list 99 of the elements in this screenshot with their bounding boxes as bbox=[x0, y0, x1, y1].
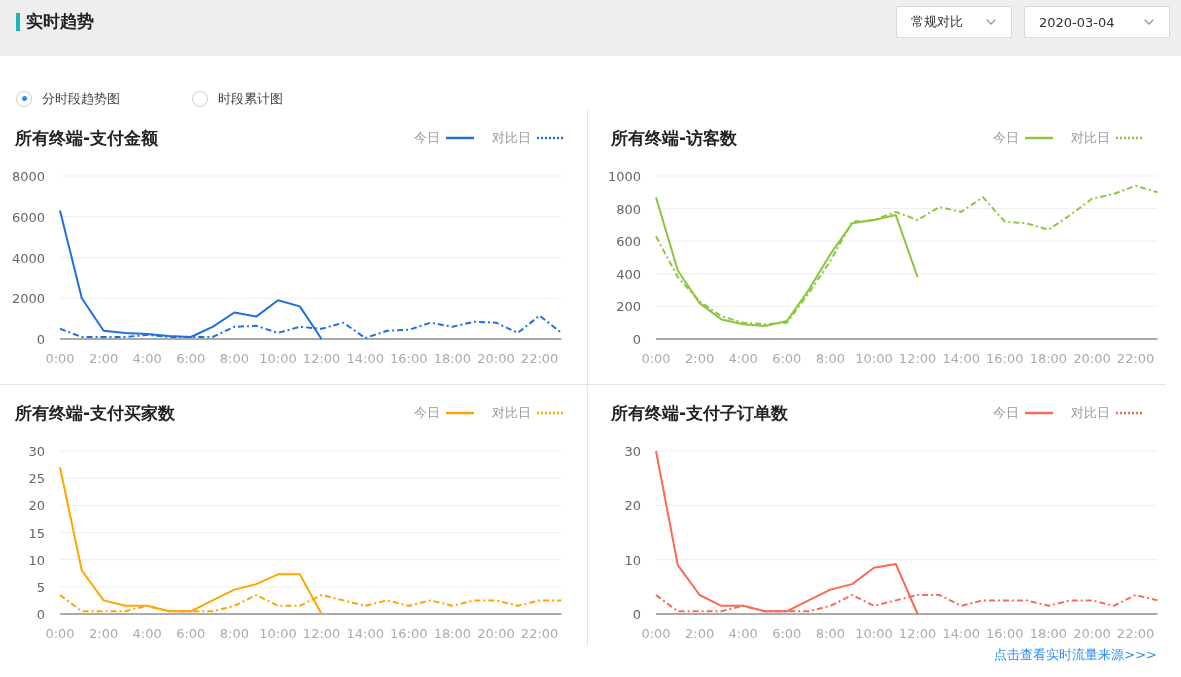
x-axis-label: 0:00 bbox=[641, 626, 671, 641]
legend-label: 对比日 bbox=[492, 404, 531, 422]
x-axis-label: 18:00 bbox=[433, 626, 472, 641]
x-axis-label: 8:00 bbox=[219, 351, 249, 366]
dropdown-select[interactable]: 常规对比 bbox=[896, 6, 1012, 38]
x-axis-label: 10:00 bbox=[259, 351, 297, 366]
x-axis-label: 14:00 bbox=[942, 626, 980, 641]
legend-label: 今日 bbox=[414, 129, 440, 147]
legend-label: 对比日 bbox=[1071, 129, 1110, 147]
x-axis-label: 12:00 bbox=[898, 626, 937, 641]
chart-title: 所有终端-支付金额 bbox=[15, 126, 159, 150]
x-axis-label: 20:00 bbox=[477, 626, 515, 641]
x-axis-label: 22:00 bbox=[1116, 626, 1155, 641]
legend-label: 对比日 bbox=[492, 129, 531, 147]
legend-line-icon bbox=[537, 136, 565, 140]
x-axis-label: 4:00 bbox=[728, 626, 758, 641]
y-axis-label: 800 bbox=[616, 201, 641, 217]
x-axis-label: 18:00 bbox=[433, 351, 472, 366]
legend-line-icon bbox=[1025, 411, 1053, 415]
radio-label[interactable]: 分时段趋势图 bbox=[42, 89, 120, 108]
y-axis-label: 8000 bbox=[11, 169, 45, 184]
legend-label: 今日 bbox=[993, 404, 1019, 422]
x-axis-label: 16:00 bbox=[986, 626, 1024, 641]
y-axis-label: 0 bbox=[632, 607, 641, 622]
x-axis-label: 6:00 bbox=[772, 351, 802, 366]
x-axis-label: 6:00 bbox=[176, 351, 206, 366]
radio-button[interactable] bbox=[16, 90, 32, 107]
x-axis-label: 4:00 bbox=[728, 351, 758, 366]
x-axis-label: 14:00 bbox=[346, 626, 384, 641]
x-axis-label: 12:00 bbox=[302, 626, 341, 641]
x-axis-label: 2:00 bbox=[685, 626, 715, 641]
x-axis-label: 0:00 bbox=[45, 626, 75, 641]
y-axis-label: 200 bbox=[616, 299, 641, 315]
traffic-source-link[interactable]: 点击查看实时流量来源>>> bbox=[994, 646, 1157, 664]
y-axis-label: 30 bbox=[624, 444, 641, 459]
legend-label: 今日 bbox=[993, 129, 1019, 147]
legend-label: 对比日 bbox=[1071, 404, 1110, 422]
chart-title: 所有终端-支付买家数 bbox=[15, 401, 176, 425]
x-axis-label: 16:00 bbox=[390, 351, 428, 366]
y-axis-label: 4000 bbox=[11, 250, 45, 266]
x-axis-label: 20:00 bbox=[477, 351, 515, 366]
radio-label[interactable]: 时段累计图 bbox=[218, 89, 283, 108]
x-axis-label: 14:00 bbox=[942, 351, 980, 366]
y-axis-label: 0 bbox=[36, 607, 45, 622]
x-axis-label: 20:00 bbox=[1073, 351, 1111, 366]
radio-button[interactable] bbox=[192, 90, 208, 107]
x-axis-label: 16:00 bbox=[986, 351, 1024, 366]
y-axis-label: 6000 bbox=[11, 209, 45, 225]
y-axis-label: 2000 bbox=[11, 291, 45, 307]
y-axis-label: 30 bbox=[28, 444, 45, 459]
y-axis-label: 25 bbox=[28, 471, 45, 487]
x-axis-label: 18:00 bbox=[1029, 351, 1068, 366]
x-axis-label: 4:00 bbox=[132, 626, 162, 641]
x-axis-label: 2:00 bbox=[89, 351, 119, 366]
y-axis-label: 20 bbox=[28, 498, 45, 514]
section-title: 实时趋势 bbox=[26, 10, 94, 33]
x-axis-label: 22:00 bbox=[1116, 351, 1155, 366]
x-axis-label: 6:00 bbox=[176, 626, 206, 641]
y-axis-label: 0 bbox=[36, 332, 45, 347]
x-axis-label: 8:00 bbox=[815, 626, 845, 641]
dropdown-select[interactable]: 2020-03-04 bbox=[1024, 6, 1170, 38]
legend-line-icon bbox=[1116, 136, 1144, 140]
legend-line-icon bbox=[1116, 411, 1144, 415]
legend-line-icon bbox=[446, 136, 474, 140]
x-axis-label: 8:00 bbox=[815, 351, 845, 366]
y-axis-label: 0 bbox=[632, 332, 641, 347]
x-axis-label: 10:00 bbox=[259, 626, 297, 641]
x-axis-label: 22:00 bbox=[520, 626, 559, 641]
title-accent-bar bbox=[16, 12, 20, 31]
y-axis-label: 10 bbox=[28, 552, 45, 568]
y-axis-label: 20 bbox=[624, 498, 641, 514]
x-axis-label: 6:00 bbox=[772, 626, 802, 641]
y-axis-label: 10 bbox=[624, 552, 641, 568]
legend-line-icon bbox=[446, 411, 474, 415]
y-axis-label: 15 bbox=[28, 525, 45, 541]
chart-title: 所有终端-支付子订单数 bbox=[611, 401, 789, 425]
x-axis-label: 10:00 bbox=[855, 351, 893, 366]
legend-line-icon bbox=[537, 411, 565, 415]
x-axis-label: 20:00 bbox=[1073, 626, 1111, 641]
legend-label: 今日 bbox=[414, 404, 440, 422]
x-axis-label: 2:00 bbox=[685, 351, 715, 366]
x-axis-label: 14:00 bbox=[346, 351, 384, 366]
y-axis-label: 1000 bbox=[607, 169, 641, 184]
y-axis-label: 5 bbox=[36, 579, 45, 595]
x-axis-label: 16:00 bbox=[390, 626, 428, 641]
y-axis-label: 600 bbox=[616, 234, 641, 250]
legend-line-icon bbox=[1025, 136, 1053, 140]
x-axis-label: 4:00 bbox=[132, 351, 162, 366]
x-axis-label: 18:00 bbox=[1029, 626, 1068, 641]
x-axis-label: 0:00 bbox=[45, 351, 75, 366]
x-axis-label: 22:00 bbox=[520, 351, 559, 366]
y-axis-label: 400 bbox=[616, 266, 641, 282]
chart-title: 所有终端-访客数 bbox=[611, 126, 738, 150]
x-axis-label: 12:00 bbox=[302, 351, 341, 366]
x-axis-label: 10:00 bbox=[855, 626, 893, 641]
x-axis-label: 12:00 bbox=[898, 351, 937, 366]
x-axis-label: 0:00 bbox=[641, 351, 671, 366]
x-axis-label: 8:00 bbox=[219, 626, 249, 641]
x-axis-label: 2:00 bbox=[89, 626, 119, 641]
